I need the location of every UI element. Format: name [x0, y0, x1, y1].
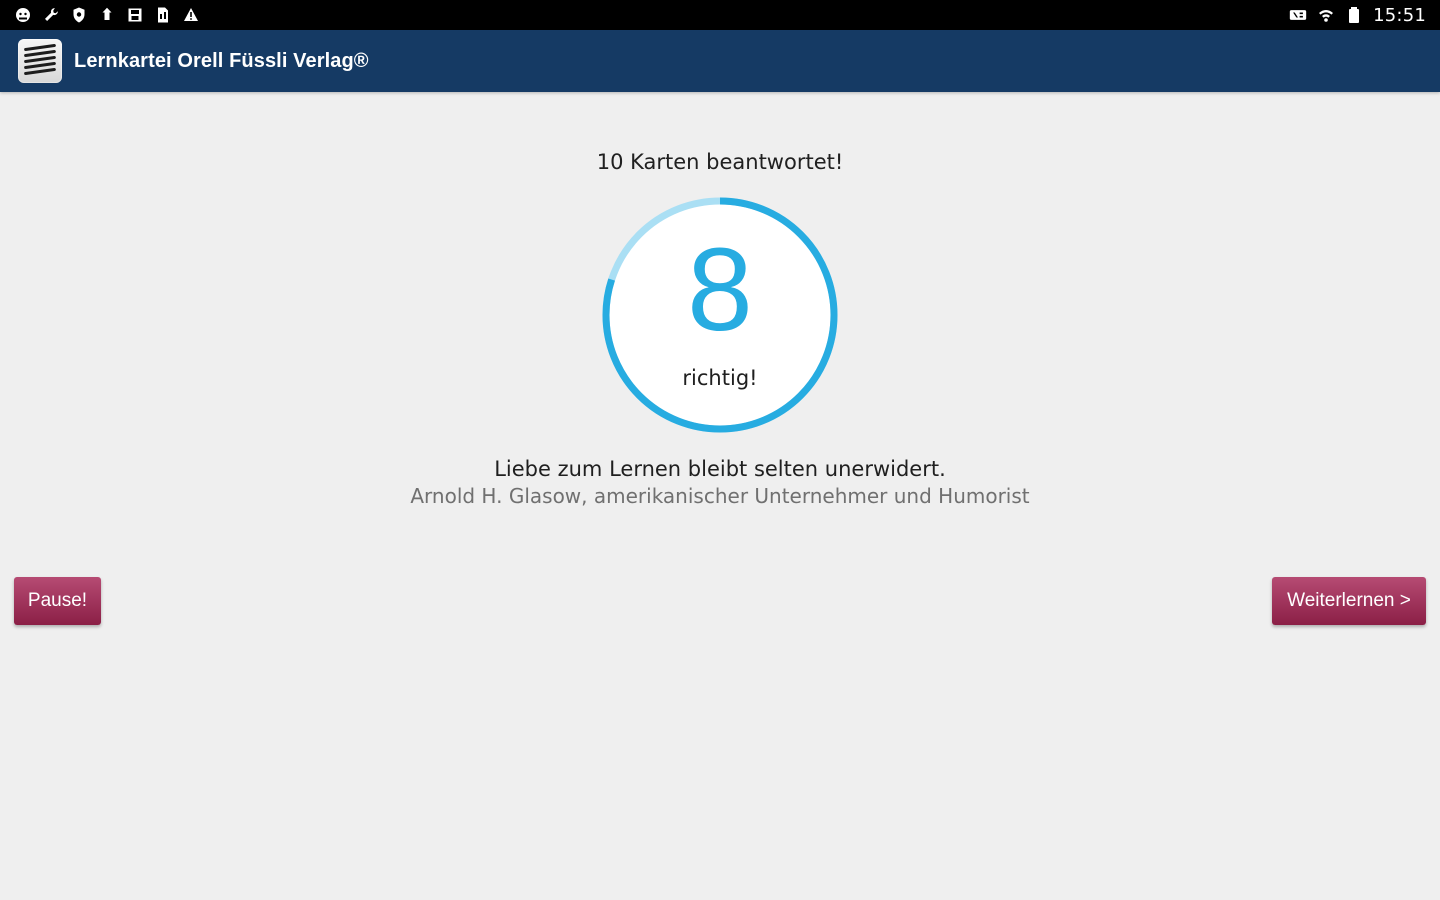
wrench-icon: [42, 6, 60, 24]
correct-count: 8: [687, 224, 753, 356]
score-circle: 8 richtig!: [600, 195, 840, 435]
app-bar: Lernkartei Orell Füssli Verlag®: [0, 30, 1440, 92]
status-bar: 15:51: [0, 0, 1440, 30]
app-title: Lernkartei Orell Füssli Verlag®: [74, 49, 369, 72]
wifi-icon: [1317, 6, 1335, 24]
continue-learning-button[interactable]: Weiterlernen >: [1272, 577, 1426, 625]
answered-count-text: 10 Karten beantwortet!: [596, 150, 844, 174]
save-icon: [126, 6, 144, 24]
sim-icon: [154, 6, 172, 24]
results-screen: 10 Karten beantwortet! 8 richtig! Liebe …: [0, 92, 1440, 900]
correct-label: richtig!: [682, 366, 758, 390]
shield-icon: [70, 6, 88, 24]
app-logo: [18, 39, 62, 83]
quote-author: Arnold H. Glasow, amerikanischer Unterne…: [410, 484, 1030, 508]
status-right-icons: 15:51: [1289, 5, 1426, 26]
nfc-icon: [1289, 6, 1307, 24]
status-left-icons: [14, 6, 200, 24]
upload-icon: [98, 6, 116, 24]
quote-text: Liebe zum Lernen bleibt selten unerwider…: [494, 457, 946, 481]
pause-button[interactable]: Pause!: [14, 577, 101, 625]
battery-icon: [1345, 6, 1363, 24]
status-time: 15:51: [1373, 4, 1426, 26]
warning-icon: [182, 6, 200, 24]
android-debug-icon: [14, 6, 32, 24]
